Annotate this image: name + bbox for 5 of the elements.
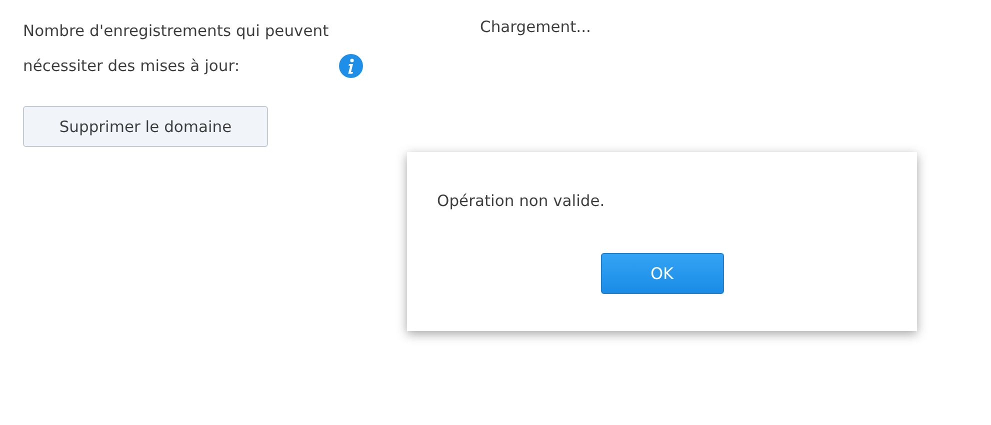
dialog-message: Opération non valide. bbox=[437, 192, 606, 210]
info-icon[interactable] bbox=[339, 54, 363, 78]
field-label: Nombre d'enregistrements qui peuvent nécessiter des mises à jour: bbox=[23, 21, 330, 77]
loading-text: Chargement... bbox=[480, 17, 591, 38]
delete-domain-button[interactable]: Supprimer le domaine bbox=[23, 106, 268, 147]
